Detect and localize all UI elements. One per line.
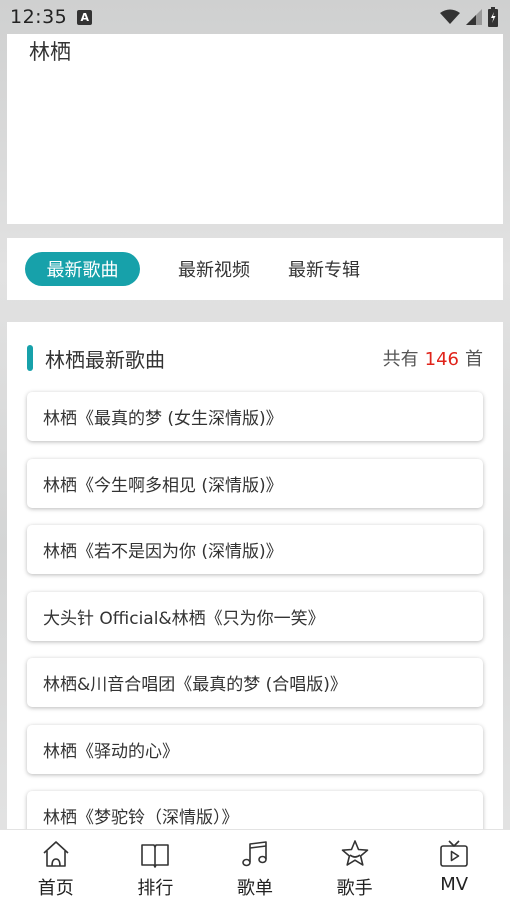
list-header: 林栖最新歌曲 共有 146 首 (27, 342, 483, 374)
nav-playlist-label: 歌单 (236, 878, 273, 899)
tv-icon (440, 840, 468, 867)
nav-home-label: 首页 (37, 878, 74, 899)
song-item[interactable]: 林栖《今生啊多相见 (深情版)》 (27, 458, 483, 508)
song-item[interactable]: 林栖&川音合唱团《最真的梦 (合唱版)》 (27, 658, 483, 707)
nav-ranking-label: 排行 (137, 878, 174, 899)
battery-icon (488, 7, 498, 27)
music-note-icon (242, 841, 267, 867)
wifi-icon (440, 9, 460, 24)
song-count: 共有 146 首 (383, 345, 483, 371)
star-icon (341, 840, 368, 866)
notification-icon: A (77, 9, 93, 25)
song-item[interactable]: 林栖《最真的梦 (女生深情版)》 (27, 392, 483, 441)
tab-latest-videos[interactable]: 最新视频 (178, 252, 250, 286)
count-number: 146 (424, 349, 459, 370)
signal-icon (466, 9, 482, 25)
count-prefix: 共有 (382, 349, 419, 370)
tabs-bar: 最新歌曲 最新视频 最新专辑 (7, 238, 503, 300)
artist-name: 林栖 (29, 40, 71, 64)
bottom-nav: 首页 排行 歌单 歌手 MV (0, 829, 510, 906)
home-icon (43, 841, 69, 867)
nav-mv-label: MV (440, 874, 469, 895)
status-bar: 12:35 A (0, 0, 510, 34)
nav-mv[interactable]: MV (409, 838, 499, 906)
artist-header-card: 林栖 (7, 34, 503, 224)
nav-playlist[interactable]: 歌单 (210, 838, 300, 906)
tab-latest-songs[interactable]: 最新歌曲 (25, 252, 140, 286)
nav-singers[interactable]: 歌手 (310, 838, 400, 906)
book-icon (141, 844, 170, 868)
nav-singers-label: 歌手 (336, 878, 373, 899)
song-item[interactable]: 大头针 Official&林栖《只为你一笑》 (27, 591, 483, 641)
tab-latest-albums[interactable]: 最新专辑 (288, 252, 360, 286)
song-item[interactable]: 林栖《驿动的心》 (27, 724, 483, 774)
list-title: 林栖最新歌曲 (45, 347, 165, 372)
status-time: 12:35 (10, 6, 68, 28)
song-item[interactable]: 林栖《若不是因为你 (深情版)》 (27, 525, 483, 574)
nav-ranking[interactable]: 排行 (110, 838, 200, 906)
accent-bar (27, 345, 33, 371)
nav-home[interactable]: 首页 (11, 838, 101, 906)
song-list-card: 林栖最新歌曲 共有 146 首 林栖《最真的梦 (女生深情版)》 林栖《今生啊多相见… (7, 322, 503, 842)
song-list: 林栖《最真的梦 (女生深情版)》 林栖《今生啊多相见 (深情版)》 林栖《若不是… (27, 392, 483, 858)
count-suffix: 首 (465, 349, 483, 370)
